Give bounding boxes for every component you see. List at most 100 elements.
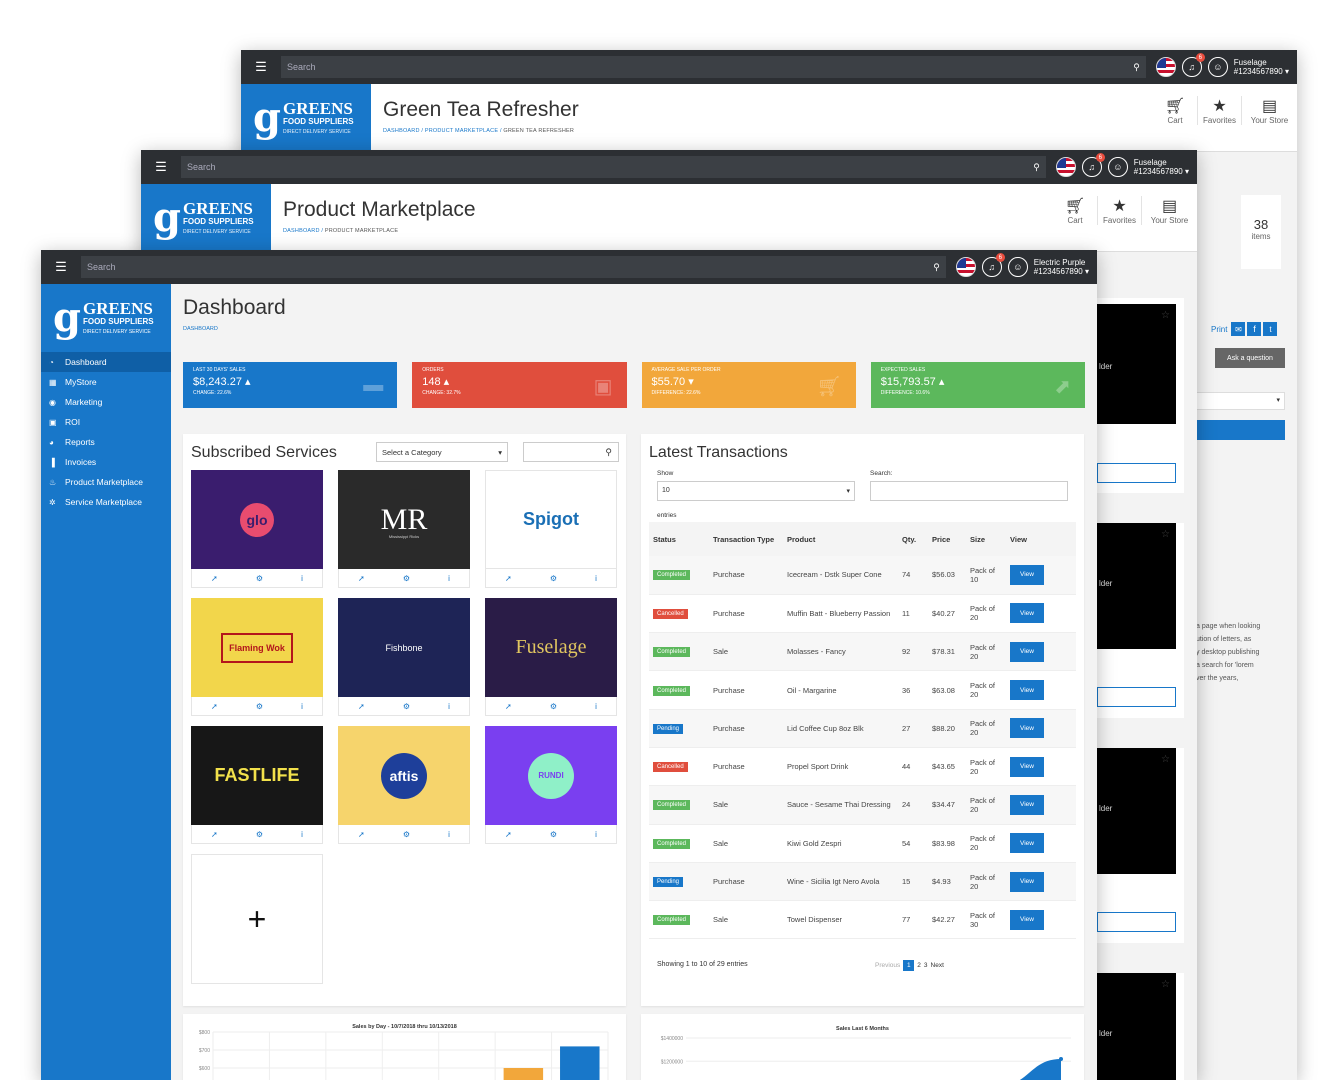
- rocket-icon[interactable]: ➚: [505, 574, 512, 583]
- rocket-icon[interactable]: ➚: [358, 702, 365, 711]
- services-search-input[interactable]: ⚲: [523, 442, 619, 462]
- bell-icon[interactable]: ♫ 6: [981, 253, 1005, 277]
- view-button[interactable]: View: [1010, 718, 1044, 739]
- search-input[interactable]: Search ⚲: [81, 256, 946, 278]
- view-button[interactable]: View: [1010, 909, 1044, 930]
- stat-card-expected-sales[interactable]: EXPECTED SALES $15,793.57 ▴ DIFFERENCE: 10…: [870, 362, 1085, 408]
- info-icon[interactable]: i: [301, 830, 303, 839]
- column-header-price[interactable]: Price: [928, 522, 966, 556]
- add-to-cart-bar[interactable]: [1196, 420, 1285, 440]
- service-tile[interactable]: Fishbone ➚ ⚙ i: [338, 598, 470, 716]
- product-card[interactable]: lder ☆: [1091, 973, 1184, 1080]
- gears-icon[interactable]: ⚙: [403, 830, 410, 839]
- menu-toggle-icon[interactable]: ☰: [141, 159, 181, 175]
- logo[interactable]: g GREENS FOOD SUPPLIERS DIRECT DELIVERY SER…: [241, 84, 371, 152]
- us-flag-icon[interactable]: [1155, 57, 1176, 77]
- view-button[interactable]: View: [1010, 603, 1044, 624]
- favorite-star-icon[interactable]: ☆: [1161, 754, 1170, 765]
- info-icon[interactable]: i: [448, 702, 450, 711]
- print-link[interactable]: Print: [1211, 325, 1227, 334]
- info-icon[interactable]: i: [595, 574, 597, 583]
- info-icon[interactable]: i: [448, 574, 450, 583]
- page-size-select[interactable]: 10 ▾: [657, 481, 855, 501]
- user-icon[interactable]: ☺: [1107, 157, 1128, 177]
- product-card[interactable]: lder ☆: [1091, 748, 1184, 943]
- favorite-star-icon[interactable]: ☆: [1161, 979, 1170, 990]
- service-tile[interactable]: RUNDI ➚ ⚙ i: [485, 726, 617, 844]
- column-header-status[interactable]: Status: [649, 522, 709, 556]
- rocket-icon[interactable]: ➚: [505, 830, 512, 839]
- ask-question-button[interactable]: Ask a question: [1215, 348, 1285, 368]
- sidebar-item-product-marketplace[interactable]: ♨ Product Marketplace: [41, 472, 171, 492]
- sidebar-item-mystore[interactable]: ▦ MyStore: [41, 372, 171, 392]
- rocket-icon[interactable]: ➚: [211, 574, 218, 583]
- facebook-icon[interactable]: f: [1247, 322, 1262, 336]
- service-tile[interactable]: aftis ➚ ⚙ i: [338, 726, 470, 844]
- add-service-button[interactable]: +: [191, 854, 323, 984]
- sidebar-item-roi[interactable]: ▣ ROI: [41, 412, 171, 432]
- us-flag-icon[interactable]: [1055, 157, 1076, 177]
- pagination-next[interactable]: Next: [931, 962, 944, 969]
- rocket-icon[interactable]: ➚: [505, 702, 512, 711]
- service-tile[interactable]: Fuselage ➚ ⚙ i: [485, 598, 617, 716]
- stat-card-orders[interactable]: ORDERS 148 ▴ CHANGE: 32.7% ▣: [412, 362, 627, 408]
- product-button[interactable]: [1097, 463, 1176, 483]
- pagination-page-2[interactable]: 2: [917, 962, 921, 969]
- column-header-size[interactable]: Size: [966, 522, 1006, 556]
- service-tile[interactable]: glo ➚ ⚙ i: [191, 470, 323, 588]
- service-tile[interactable]: Flaming Wok ➚ ⚙ i: [191, 598, 323, 716]
- rocket-icon[interactable]: ➚: [358, 830, 365, 839]
- view-button[interactable]: View: [1010, 833, 1044, 854]
- gears-icon[interactable]: ⚙: [403, 702, 410, 711]
- search-input[interactable]: Search ⚲: [281, 56, 1146, 78]
- favorite-star-icon[interactable]: ☆: [1161, 310, 1170, 321]
- option-select[interactable]: ▾: [1196, 392, 1285, 410]
- bell-icon[interactable]: ♫ 6: [1181, 53, 1205, 77]
- view-button[interactable]: View: [1010, 680, 1044, 701]
- user-menu[interactable]: Electric Purple #1234567890 ▾: [1034, 258, 1089, 276]
- breadcrumb-product-marketplace[interactable]: PRODUCT MARKETPLACE: [425, 128, 498, 134]
- twitter-icon[interactable]: t: [1263, 322, 1278, 336]
- pagination-page-3[interactable]: 3: [924, 962, 928, 969]
- gears-icon[interactable]: ⚙: [256, 702, 263, 711]
- menu-toggle-icon[interactable]: ☰: [41, 259, 81, 275]
- gears-icon[interactable]: ⚙: [550, 830, 557, 839]
- gears-icon[interactable]: ⚙: [256, 830, 263, 839]
- user-icon[interactable]: ☺: [1007, 257, 1028, 277]
- breadcrumb[interactable]: DASHBOARD: [183, 326, 1085, 332]
- gears-icon[interactable]: ⚙: [550, 574, 557, 583]
- product-button[interactable]: [1097, 912, 1176, 932]
- user-menu[interactable]: Fuselage #1234567890 ▾: [1234, 58, 1289, 76]
- view-button[interactable]: View: [1010, 871, 1044, 892]
- favorites-button[interactable]: ★ Favorites: [1097, 196, 1141, 225]
- rocket-icon[interactable]: ➚: [211, 830, 218, 839]
- gears-icon[interactable]: ⚙: [256, 574, 263, 583]
- us-flag-icon[interactable]: [955, 257, 976, 277]
- search-input[interactable]: Search ⚲: [181, 156, 1046, 178]
- breadcrumb-dashboard[interactable]: DASHBOARD: [383, 128, 420, 134]
- sidebar-item-marketing[interactable]: ◉ Marketing: [41, 392, 171, 412]
- column-header-type[interactable]: Transaction Type: [709, 522, 783, 556]
- service-tile[interactable]: Spigot ➚ ⚙ i: [485, 470, 617, 588]
- product-card[interactable]: lder ☆: [1091, 298, 1184, 493]
- user-menu[interactable]: Fuselage #1234567890 ▾: [1134, 158, 1189, 176]
- gears-icon[interactable]: ⚙: [403, 574, 410, 583]
- gears-icon[interactable]: ⚙: [550, 702, 557, 711]
- view-button[interactable]: View: [1010, 564, 1044, 585]
- category-select[interactable]: Select a Category ▾: [376, 442, 508, 462]
- cart-button[interactable]: 🛒︎ Cart: [1153, 96, 1197, 125]
- service-tile[interactable]: MR Mississippi Ricks ➚ ⚙ i: [338, 470, 470, 588]
- service-tile[interactable]: FASTLIFE ➚ ⚙ i: [191, 726, 323, 844]
- view-button[interactable]: View: [1010, 756, 1044, 777]
- sidebar-item-invoices[interactable]: ▐ Invoices: [41, 452, 171, 472]
- product-button[interactable]: [1097, 687, 1176, 707]
- logo[interactable]: g GREENS FOOD SUPPLIERS DIRECT DELIVERY SER…: [141, 184, 271, 252]
- sidebar-item-reports[interactable]: ◕ Reports: [41, 432, 171, 452]
- menu-toggle-icon[interactable]: ☰: [241, 59, 281, 75]
- user-icon[interactable]: ☺: [1207, 57, 1228, 77]
- your-store-button[interactable]: ▤ Your Store: [1241, 96, 1297, 125]
- view-button[interactable]: View: [1010, 794, 1044, 815]
- stat-card-sales[interactable]: LAST 30 DAYS' SALES $8,243.27 ▴ CHANGE: 22…: [183, 362, 398, 408]
- search-icon[interactable]: ⚲: [1133, 62, 1140, 73]
- info-icon[interactable]: i: [301, 574, 303, 583]
